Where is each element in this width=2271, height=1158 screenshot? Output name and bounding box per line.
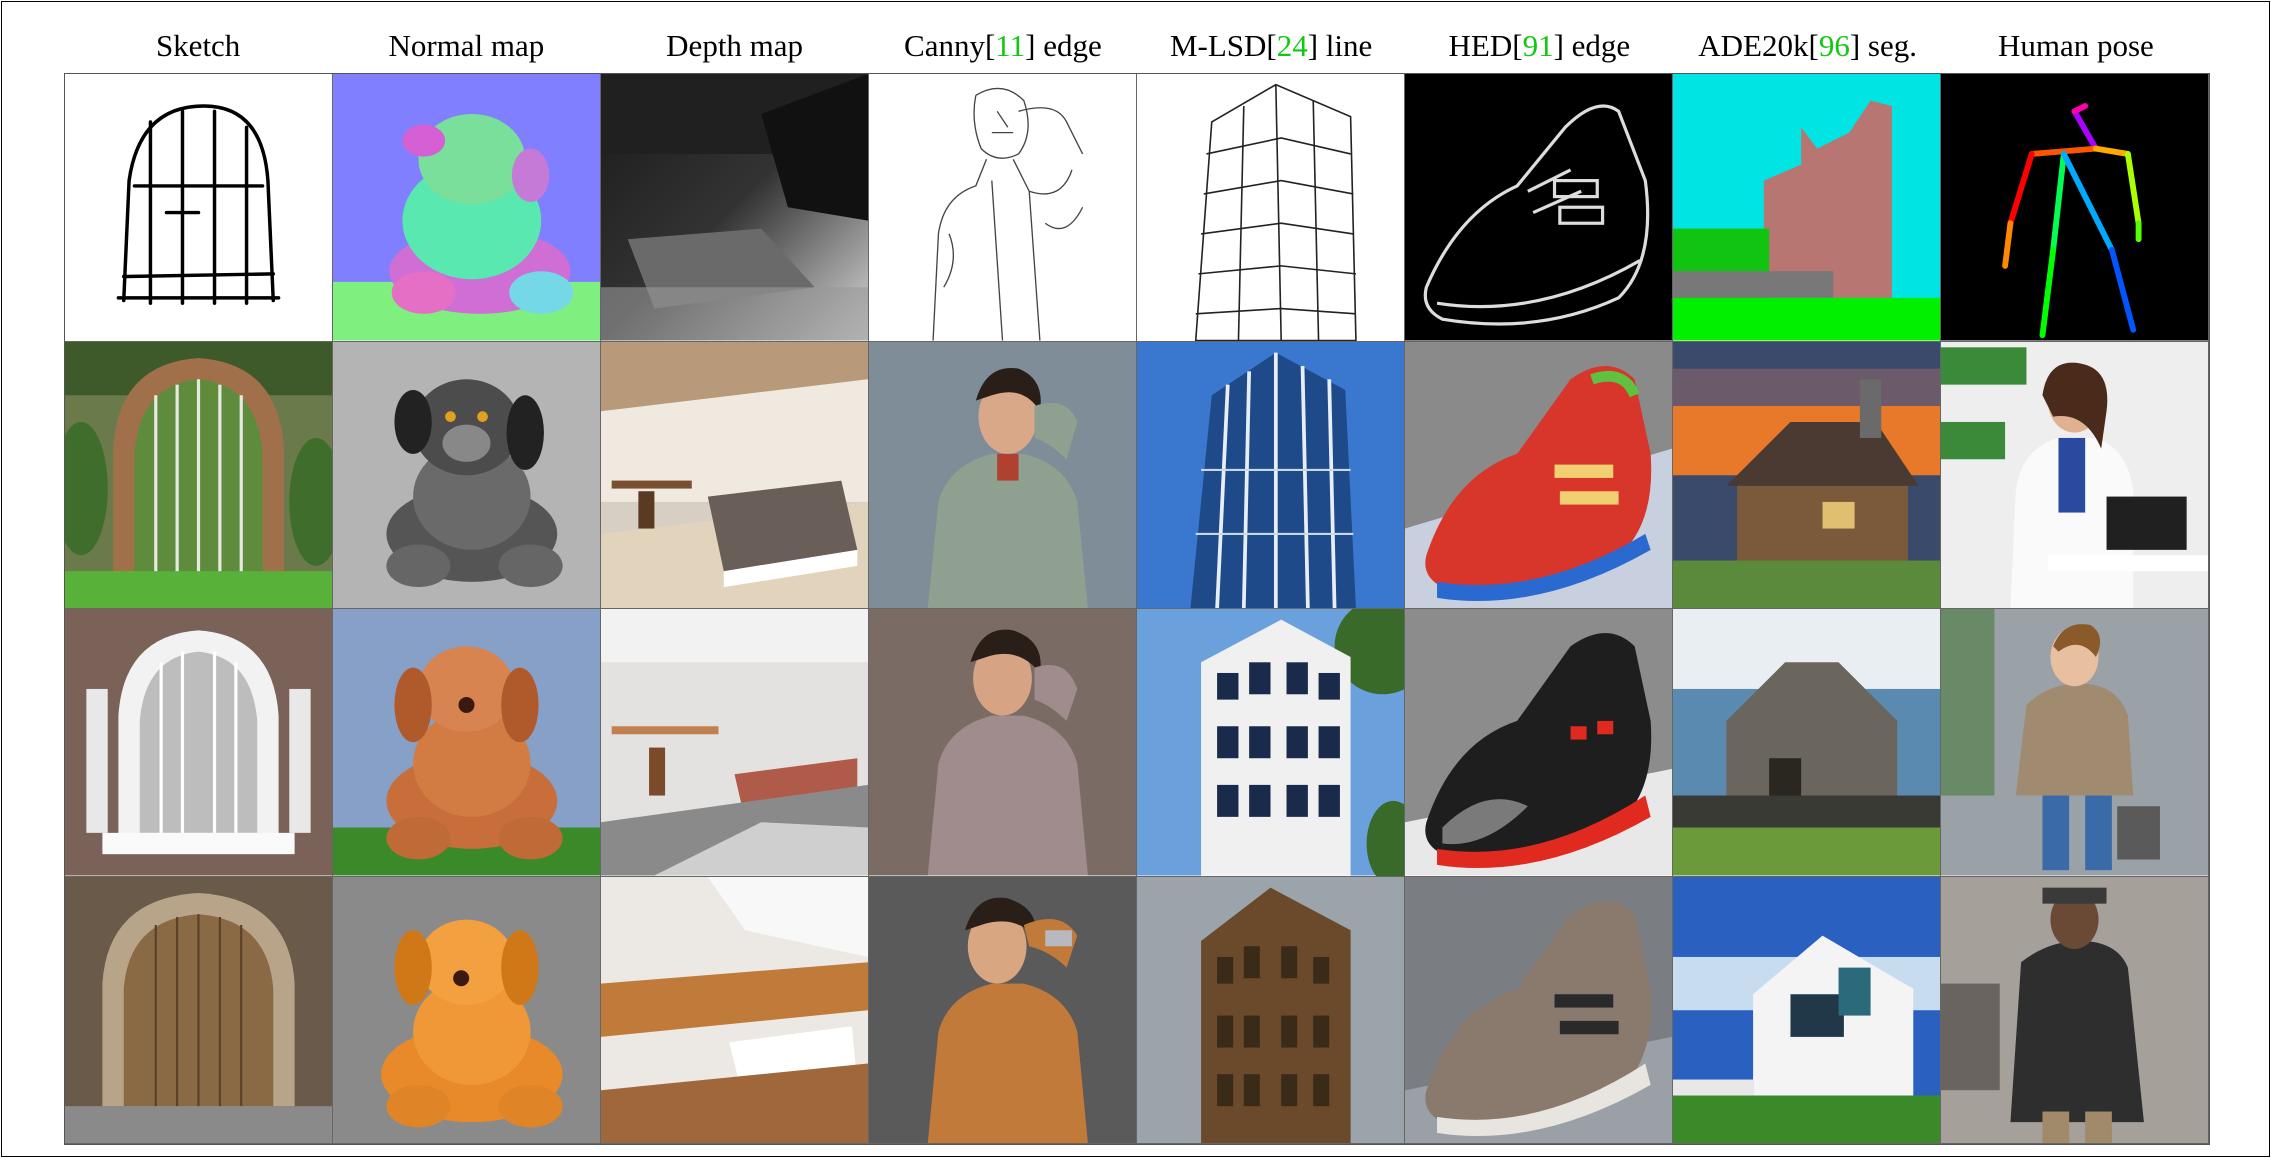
header-depth-map: Depth map [666,28,804,63]
cell-generated-brown-plush-puppy [333,609,601,877]
cell-generated-man-gray-shirt [869,341,1137,609]
header-hed-edge: HED[91] edge [1448,28,1631,63]
cell-generated-garden-arch-gate [65,341,333,609]
cell-generated-black-red-sneaker [1405,609,1673,877]
citation-ref: 24 [1276,28,1308,63]
cell-generated-man-black-coat [1941,876,2209,1144]
cell-generated-man-orange-shirt [869,876,1137,1144]
header-normal-map: Normal map [388,28,545,63]
cell-generated-arched-window [65,609,333,877]
cell-generated-modern-house [1673,876,1941,1144]
cell-generated-bedroom-2 [601,609,869,877]
header-human-pose: Human pose [1997,28,2154,63]
cell-generated-bedroom-1 [601,341,869,609]
cell-generated-red-sneaker [1405,341,1673,609]
cell-hed-edge-shoe [1405,74,1673,342]
citation-ref: 11 [995,28,1026,63]
cell-mlsd-line-tower [1137,74,1405,342]
cell-generated-gray-plush-lamb [333,341,601,609]
image-grid [64,73,2210,1145]
cell-generated-woman-office [1941,341,2209,609]
cell-generated-ornate-tower [1137,876,1405,1144]
cell-sketch-arch-door [65,74,333,342]
header-ade20k-seg: ADE20k[96] seg. [1698,28,1917,63]
cell-ade20k-seg-house [1673,74,1941,342]
header-mlsd-line: M-LSD[24] line [1169,28,1373,63]
cell-generated-gray-sneaker [1405,876,1673,1144]
cell-generated-white-office-tower [1137,609,1405,877]
citation-ref: 91 [1522,28,1554,63]
cell-generated-man-lilac-shirt [869,609,1137,877]
cell-generated-bedroom-3 [601,876,869,1144]
cell-generated-wooden-arch-door [65,876,333,1144]
cell-generated-orange-plush-bear [333,876,601,1144]
cell-depth-map-room [601,74,869,342]
citation-ref: 96 [1818,28,1850,63]
cell-normal-map-plush-animal [333,74,601,342]
header-canny-edge: Canny[11] edge [904,28,1102,63]
cell-generated-cottage-sunset [1673,341,1941,609]
column-headers: Sketch Normal map Depth map Canny[11] ed… [64,22,2210,70]
header-sketch: Sketch [155,28,241,63]
cell-generated-boy-jacket [1941,609,2209,877]
cell-canny-edge-man [869,74,1137,342]
cell-human-pose-skeleton [1941,74,2209,342]
cell-generated-stone-church [1673,609,1941,877]
cell-generated-blue-glass-tower [1137,341,1405,609]
